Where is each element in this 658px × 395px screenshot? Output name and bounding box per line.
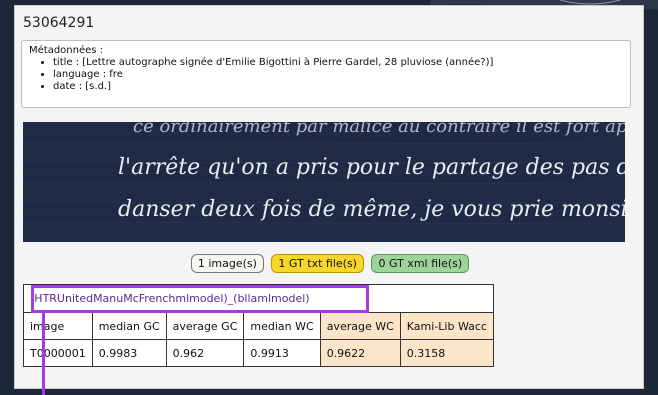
header-row: image median GC average GC median WC ave… xyxy=(23,312,494,340)
col-average-wc: average WC xyxy=(319,312,401,340)
cell-image[interactable]: T0000001 xyxy=(23,339,93,367)
handwriting-line-1: l'arrête qu'on a pris pour le partage de… xyxy=(118,155,625,180)
gt-xml-badge[interactable]: 0 GT xml file(s) xyxy=(371,254,470,273)
cell-median-wc: 0.9913 xyxy=(243,339,321,367)
metadata-title: title : [Lettre autographe signée d'Emil… xyxy=(53,57,623,69)
metadata-box: Métadonnées : title : [Lettre autographe… xyxy=(21,40,631,108)
col-kami-lib-wacc: Kami-Lib Wacc xyxy=(399,312,494,340)
cell-median-gc: 0.9983 xyxy=(91,339,167,367)
gt-txt-badge[interactable]: 1 GT txt file(s) xyxy=(271,254,364,273)
col-average-gc: average GC xyxy=(165,312,245,340)
svg-text:ce ordinairement par malice au: ce ordinairement par malice au contraire… xyxy=(133,122,625,137)
highlight-line xyxy=(42,312,45,395)
col-median-gc: median GC xyxy=(91,312,167,340)
metadata-date: date : [s.d.] xyxy=(53,81,623,93)
col-median-wc: median WC xyxy=(243,312,321,340)
cell-kami-lib-wacc: 0.3158 xyxy=(399,339,494,367)
manuscript-image: ce ordinairement par malice au contraire… xyxy=(23,122,625,242)
document-card: 53064291 Métadonnées : title : [Lettre a… xyxy=(14,5,645,395)
file-badges: 1 image(s) 1 GT txt file(s) 0 GT xml fil… xyxy=(15,254,645,273)
col-image: image xyxy=(23,312,93,340)
cell-average-wc: 0.9622 xyxy=(319,339,401,367)
metadata-heading: Métadonnées : xyxy=(29,45,104,56)
images-count-badge[interactable]: 1 image(s) xyxy=(190,254,264,273)
manuscript-thumbnail[interactable]: ce ordinairement par malice au contraire… xyxy=(23,122,625,242)
highlight-box xyxy=(31,285,369,313)
table-row: T0000001 0.9983 0.962 0.9913 0.9622 0.31… xyxy=(23,339,494,367)
handwriting-line-2: danser deux fois de même, je vous prie m… xyxy=(118,197,625,222)
document-id: 53064291 xyxy=(23,15,95,31)
metadata-language: language : fre xyxy=(53,69,623,81)
cell-average-gc: 0.962 xyxy=(165,339,245,367)
